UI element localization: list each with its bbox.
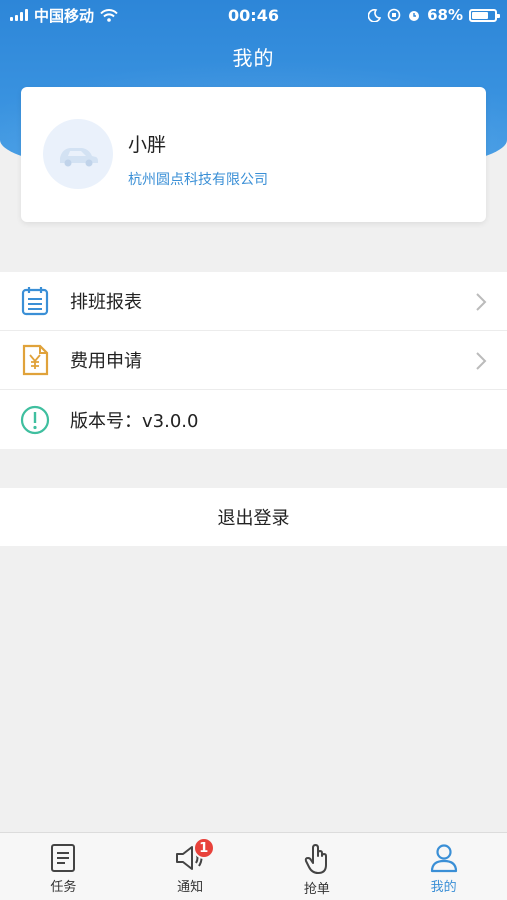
chevron-right-icon: [476, 293, 487, 311]
profile-name: 小胖: [128, 134, 167, 156]
chevron-right-icon: [476, 352, 487, 370]
tab-label: 我的: [430, 880, 457, 895]
status-right: 68%: [327, 6, 500, 24]
yuan-document-icon: [20, 344, 50, 376]
task-list-icon: [51, 844, 76, 872]
status-bar: 中国移动 00:46 68%: [0, 0, 507, 30]
tab-label: 抢单: [303, 882, 330, 897]
signal-icon: [10, 9, 28, 21]
menu-item-label: 费用申请: [70, 351, 142, 372]
menu-item-version: 版本号：v3.0.0: [0, 390, 507, 449]
tab-label: 通知: [177, 880, 204, 895]
tab-tasks[interactable]: 任务: [0, 833, 127, 900]
schedule-report-icon: [20, 286, 50, 316]
tab-label: 任务: [50, 880, 77, 895]
menu-item-schedule-report[interactable]: 排班报表: [0, 272, 507, 331]
moon-icon: [368, 8, 382, 22]
battery-label: 68%: [427, 6, 463, 24]
profile-card[interactable]: 小胖 杭州圆点科技有限公司: [21, 87, 486, 222]
user-icon: [430, 844, 457, 873]
tab-bar: 任务 1 通知 抢单 我的: [0, 832, 507, 900]
profile-company: 杭州圆点科技有限公司: [128, 172, 268, 188]
car-avatar-icon[interactable]: [43, 119, 113, 189]
menu-list: 排班报表 费用申请 版本号：v3.0.0: [0, 272, 507, 449]
logout-button[interactable]: 退出登录: [0, 488, 507, 546]
orientation-lock-icon: [387, 8, 401, 22]
status-time: 00:46: [228, 5, 279, 25]
tap-hand-icon: [304, 844, 327, 874]
menu-item-label: 排班报表: [70, 292, 142, 313]
tab-notifications[interactable]: 1 通知: [127, 833, 254, 900]
menu-item-expense-request[interactable]: 费用申请: [0, 331, 507, 390]
info-circle-icon: [20, 405, 50, 435]
status-left: 中国移动: [10, 5, 180, 26]
battery-icon: [469, 8, 500, 22]
version-label: 版本号：v3.0.0: [70, 410, 199, 432]
carrier-label: 中国移动: [34, 6, 95, 25]
page-title: 我的: [232, 46, 275, 70]
alarm-icon: [409, 11, 420, 21]
wifi-icon: [100, 8, 118, 22]
tab-grab-orders[interactable]: 抢单: [254, 833, 381, 900]
notification-badge: 1: [192, 837, 215, 859]
tab-mine[interactable]: 我的: [380, 833, 507, 900]
